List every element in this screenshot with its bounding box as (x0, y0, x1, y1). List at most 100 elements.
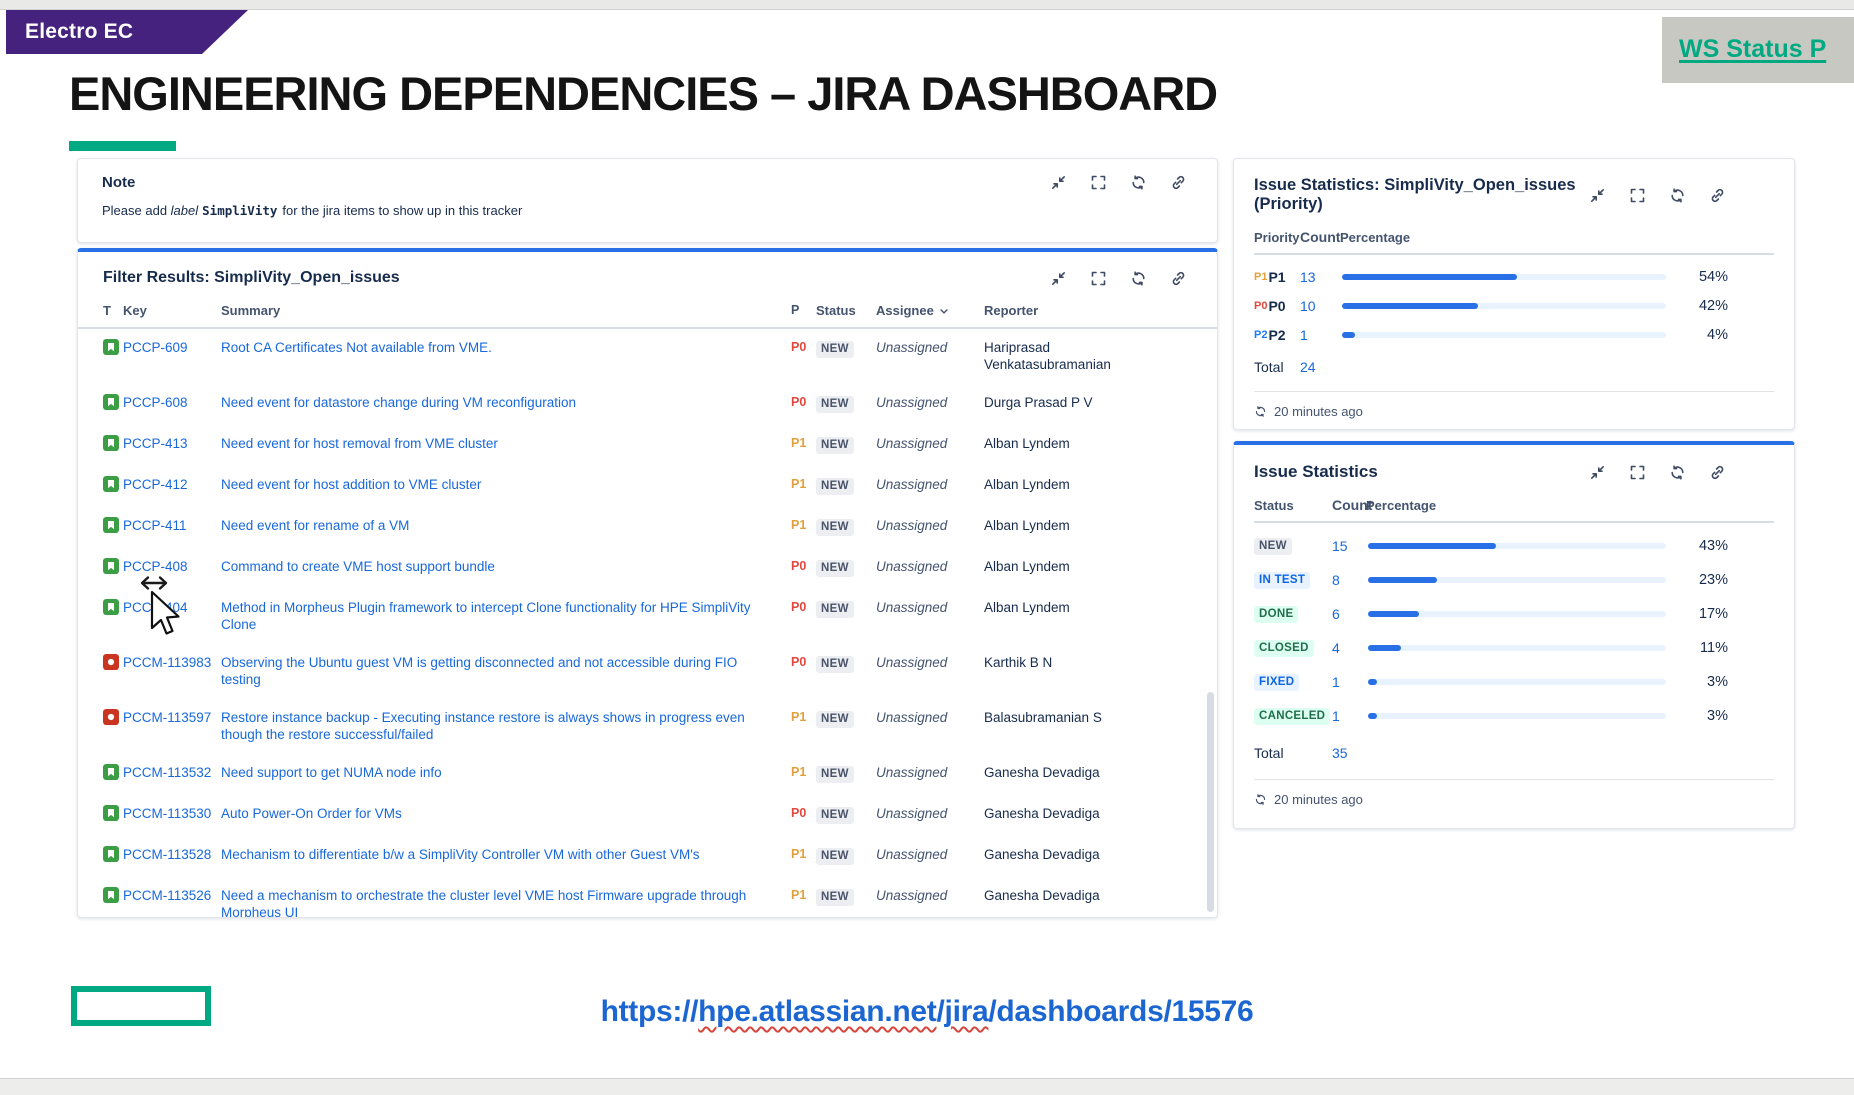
issue-summary-link[interactable]: Command to create VME host support bundl… (221, 558, 791, 575)
issue-type-story-icon (103, 517, 123, 537)
issue-summary-link[interactable]: Need event for rename of a VM (221, 517, 791, 534)
note-code-word: SimpliVity (202, 203, 277, 218)
priority-label: P0 (791, 599, 816, 616)
count-link[interactable]: 13 (1300, 269, 1340, 285)
col-priority[interactable]: P (791, 303, 816, 318)
issue-summary-link[interactable]: Root CA Certificates Not available from … (221, 339, 791, 356)
total-count-link[interactable]: 24 (1300, 359, 1340, 375)
ws-status-link[interactable]: WS Status P (1679, 35, 1854, 64)
filter-gadget-icons (1050, 270, 1187, 287)
issue-summary-link[interactable]: Mechanism to differentiate b/w a SimpliV… (221, 846, 791, 863)
minimize-icon[interactable] (1589, 187, 1606, 204)
issue-type-story-icon (103, 887, 123, 907)
issue-summary-link[interactable]: Restore instance backup - Executing inst… (221, 709, 791, 743)
issue-summary-link[interactable]: Need support to get NUMA node info (221, 764, 791, 781)
assignee-value: Unassigned (876, 394, 984, 411)
issue-type-story-icon (103, 599, 123, 619)
ws-status-box: WS Status P (1662, 17, 1854, 83)
count-link[interactable]: 1 (1300, 327, 1340, 343)
col-reporter[interactable]: Reporter (984, 303, 1134, 318)
count-link[interactable]: 10 (1300, 298, 1340, 314)
status-stat-row: FIXED13% (1234, 665, 1794, 699)
link-icon[interactable] (1709, 187, 1726, 204)
brand-name: Electro EC (6, 10, 248, 54)
total-count-link[interactable]: 35 (1332, 745, 1366, 761)
assignee-value: Unassigned (876, 476, 984, 493)
filter-table-header: T Key Summary P Status Assignee Reporter (78, 287, 1217, 329)
issue-key-link[interactable]: PCCM-113530 (123, 805, 221, 822)
issue-key-link[interactable]: PCCM-113528 (123, 846, 221, 863)
minimize-icon[interactable] (1050, 270, 1067, 287)
refresh-icon[interactable] (1130, 174, 1147, 191)
issue-summary-link[interactable]: Need event for datastore change during V… (221, 394, 791, 411)
status-badge: CANCELED (1254, 708, 1330, 725)
issue-summary-link[interactable]: Observing the Ubuntu guest VM is getting… (221, 654, 791, 688)
issue-key-link[interactable]: PCCP-608 (123, 394, 221, 411)
issue-key-link[interactable]: PCCP-411 (123, 517, 221, 534)
expand-icon[interactable] (1629, 464, 1646, 481)
assignee-value: Unassigned (876, 709, 984, 726)
refresh-icon[interactable] (1669, 464, 1686, 481)
assignee-value: Unassigned (876, 517, 984, 534)
issue-key-link[interactable]: PCCP-609 (123, 339, 221, 356)
table-row: PCCM-113532Need support to get NUMA node… (78, 754, 1217, 795)
percent-label: 54% (1680, 269, 1728, 285)
issue-key-link[interactable]: PCCM-113597 (123, 709, 221, 726)
percent-bar (1368, 543, 1666, 549)
issue-summary-link[interactable]: Need event for host addition to VME clus… (221, 476, 791, 493)
status-badge: NEW (816, 396, 854, 413)
status-stats-title: Issue Statistics (1254, 462, 1378, 482)
page-title: ENGINEERING DEPENDENCIES – JIRA DASHBOAR… (69, 66, 1217, 121)
status-stat-row: CLOSED411% (1234, 631, 1794, 665)
col-assignee[interactable]: Assignee (876, 303, 984, 318)
refresh-icon[interactable] (1130, 270, 1147, 287)
count-link[interactable]: 4 (1332, 640, 1366, 656)
issue-type-story-icon (103, 339, 123, 359)
refresh-icon[interactable] (1254, 793, 1267, 806)
priority-label: P0 (791, 805, 816, 822)
issue-key-link[interactable]: PCCP-404 (123, 599, 221, 616)
reporter-value: Alban Lyndem (984, 435, 1134, 452)
count-link[interactable]: 15 (1332, 538, 1366, 554)
dashboard-url[interactable]: https://hpe.atlassian.net/jira/dashboard… (0, 995, 1854, 1029)
issue-key-link[interactable]: PCCP-412 (123, 476, 221, 493)
link-icon[interactable] (1170, 174, 1187, 191)
issue-key-link[interactable]: PCCM-113532 (123, 764, 221, 781)
issue-key-link[interactable]: PCCM-113983 (123, 654, 221, 671)
col-status[interactable]: Status (816, 303, 876, 318)
status-badge: NEW (816, 341, 854, 358)
percent-bar (1368, 611, 1666, 617)
col-type[interactable]: T (103, 303, 123, 318)
issue-summary-link[interactable]: Need event for host removal from VME clu… (221, 435, 791, 452)
issue-statistics-status-gadget: Issue Statistics Status Count Percentage… (1233, 441, 1795, 829)
col-summary[interactable]: Summary (221, 303, 791, 318)
issue-type-bug-icon (103, 709, 123, 729)
expand-icon[interactable] (1090, 174, 1107, 191)
count-link[interactable]: 8 (1332, 572, 1366, 588)
issue-summary-link[interactable]: Need a mechanism to orchestrate the clus… (221, 887, 791, 918)
issue-key-link[interactable]: PCCM-113526 (123, 887, 221, 904)
status-badge: NEW (816, 519, 854, 536)
col-key[interactable]: Key (123, 303, 221, 318)
scrollbar-thumb[interactable] (1207, 692, 1214, 912)
refresh-icon[interactable] (1669, 187, 1686, 204)
expand-icon[interactable] (1629, 187, 1646, 204)
status-stat-row: CANCELED13% (1234, 699, 1794, 733)
issue-type-story-icon (103, 846, 123, 866)
issue-summary-link[interactable]: Auto Power-On Order for VMs (221, 805, 791, 822)
refresh-icon[interactable] (1254, 405, 1267, 418)
count-link[interactable]: 1 (1332, 708, 1366, 724)
status-badge: NEW (1254, 538, 1292, 555)
minimize-icon[interactable] (1589, 464, 1606, 481)
expand-icon[interactable] (1090, 270, 1107, 287)
issue-key-link[interactable]: PCCP-413 (123, 435, 221, 452)
issue-key-link[interactable]: PCCP-408 (123, 558, 221, 575)
count-link[interactable]: 6 (1332, 606, 1366, 622)
count-link[interactable]: 1 (1332, 674, 1366, 690)
link-icon[interactable] (1709, 464, 1726, 481)
reporter-value: Alban Lyndem (984, 517, 1134, 534)
assignee-value: Unassigned (876, 339, 984, 356)
issue-summary-link[interactable]: Method in Morpheus Plugin framework to i… (221, 599, 791, 633)
link-icon[interactable] (1170, 270, 1187, 287)
minimize-icon[interactable] (1050, 174, 1067, 191)
